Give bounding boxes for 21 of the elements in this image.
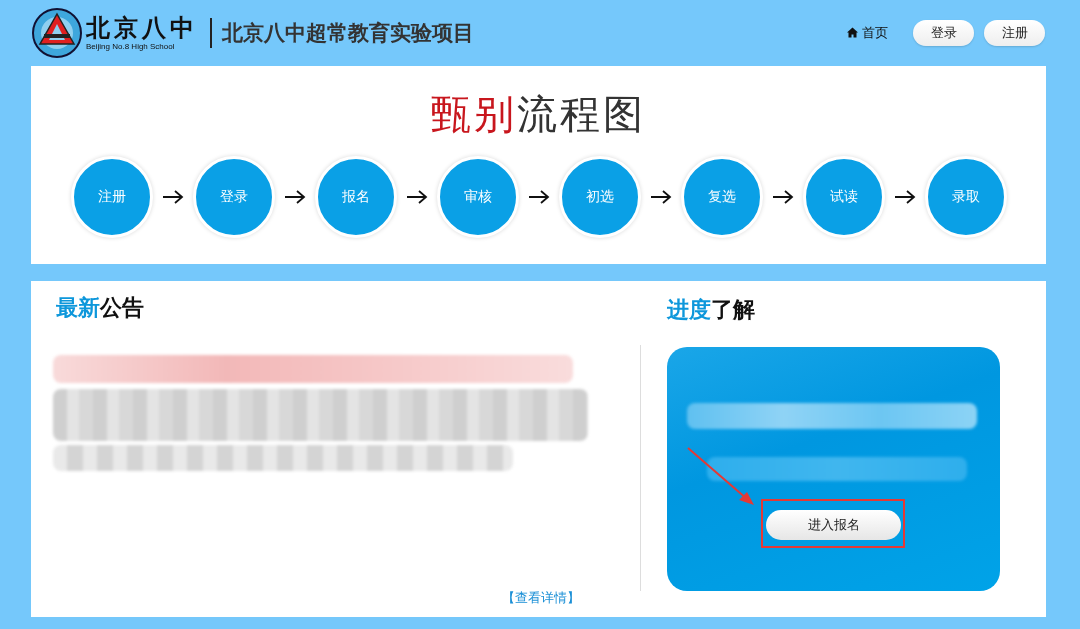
arrow-icon	[649, 190, 672, 204]
logo-subtitle: Beijing No.8 High School	[86, 42, 175, 51]
annotation-arrow	[687, 447, 755, 507]
arrow-icon	[527, 190, 550, 204]
site-title: 北京八中超常教育实验项目	[222, 19, 474, 47]
arrow-icon	[893, 190, 916, 204]
home-link[interactable]: 首页	[847, 23, 888, 42]
logo-text: 北京八中	[86, 14, 198, 42]
nav-button[interactable]: 注册	[984, 19, 1045, 46]
flow-title: 甄别流程图	[430, 90, 647, 138]
progress-heading: 进度了解	[667, 296, 756, 324]
notices-heading: 最新公告	[56, 294, 144, 322]
arrow-icon	[283, 190, 306, 204]
nav-button[interactable]: 登录	[913, 19, 974, 46]
home-icon	[847, 27, 858, 38]
arrow-icon	[161, 190, 184, 204]
school-emblem-icon	[32, 7, 82, 58]
arrow-icon	[771, 190, 794, 204]
arrow-icon	[405, 190, 428, 204]
enter-registration-button[interactable]: 进入报名	[766, 510, 901, 540]
view-details-link[interactable]: 【查看详情】	[502, 589, 580, 607]
